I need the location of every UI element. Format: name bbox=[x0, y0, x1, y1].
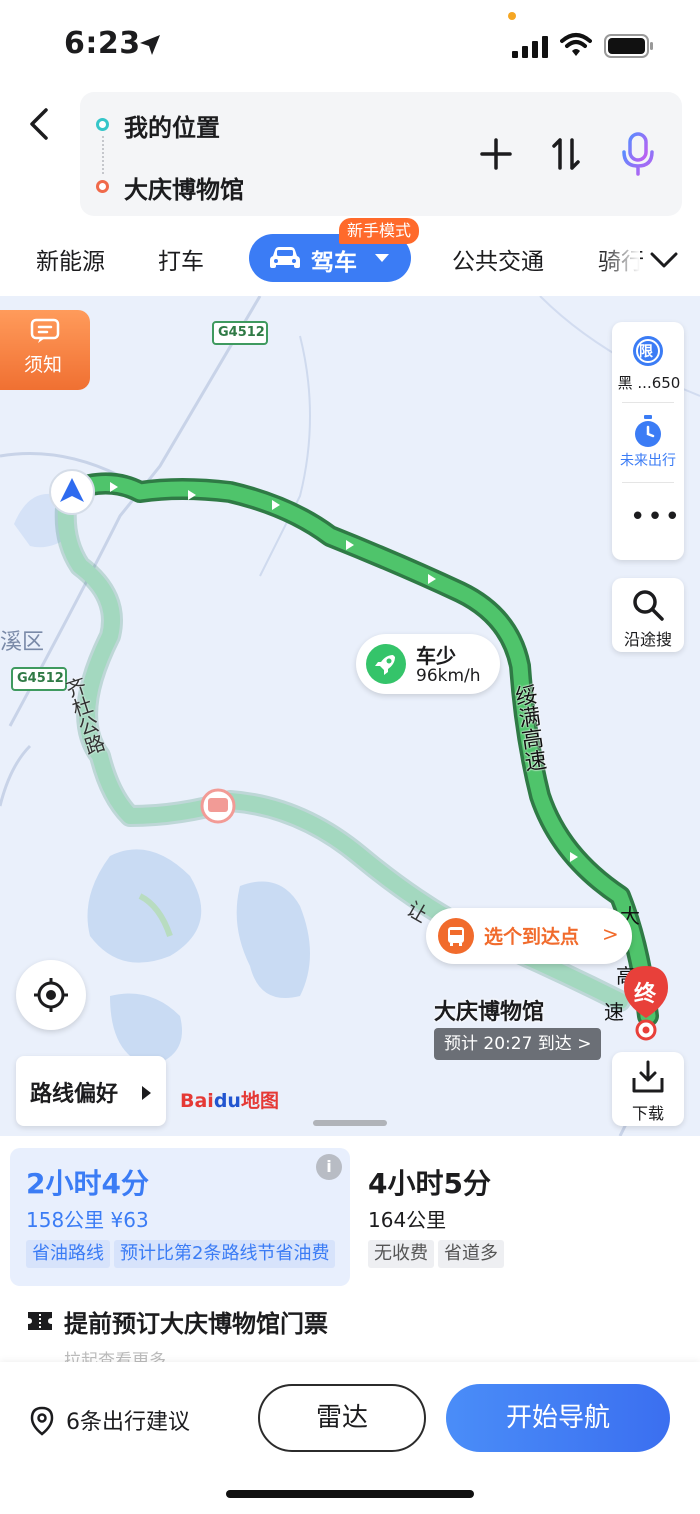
route-distance: 164公里 bbox=[368, 1208, 447, 1232]
route-preference-label: 路线偏好 bbox=[30, 1082, 119, 1107]
ticket-booking-label: 提前预订大庆博物馆门票 bbox=[64, 1310, 328, 1338]
route-option-card[interactable]: 4小时5分 164公里 无收费 省道多 bbox=[352, 1148, 692, 1286]
traffic-status: 车少 bbox=[416, 644, 456, 668]
route-input-box: 我的位置 大庆博物馆 bbox=[80, 92, 682, 216]
download-label: 下载 bbox=[631, 1104, 664, 1123]
novice-mode-badge[interactable]: 新手模式 bbox=[339, 218, 420, 244]
map-view[interactable]: G4512 G4512 昂溪区 齐杜公路 绥满高速 让 大 高 速 须知 限 黑… bbox=[0, 296, 700, 1136]
map-tools-panel: 限 黑 ...650 未来出行 ••• bbox=[612, 322, 684, 560]
map-canvas bbox=[0, 296, 700, 1136]
expand-hint: 拉起查看更多 bbox=[64, 1351, 166, 1362]
privacy-dot-icon bbox=[508, 12, 516, 20]
destination-map-label: 大庆博物馆 bbox=[434, 1000, 545, 1025]
add-waypoint-icon[interactable] bbox=[478, 136, 514, 172]
route-tag: 预计比第2条路线节省油费 bbox=[114, 1240, 336, 1268]
bus-stop-icon bbox=[438, 918, 474, 954]
pick-arrival-point-button[interactable]: 选个到达点 > bbox=[426, 908, 632, 964]
route-results-sheet: 2小时4分 158公里 ¥63 i 省油路线 预计比第2条路线节省油费 4小时5分… bbox=[0, 1136, 700, 1514]
info-icon[interactable]: i bbox=[316, 1154, 342, 1180]
back-button[interactable] bbox=[22, 104, 56, 144]
route-distance-cost: 158公里 ¥63 bbox=[26, 1208, 149, 1232]
route-tag: 省道多 bbox=[438, 1240, 504, 1268]
tabs-fade bbox=[600, 232, 640, 288]
logo-du: du bbox=[213, 1090, 241, 1112]
traffic-info-bubble: 车少 96km/h bbox=[356, 634, 500, 694]
battery-icon bbox=[604, 34, 653, 58]
baidu-map-logo: Baidu地图 bbox=[180, 1086, 279, 1113]
divider bbox=[622, 482, 674, 483]
sheet-drag-handle[interactable] bbox=[313, 1120, 387, 1126]
future-travel-label[interactable]: 未来出行 bbox=[614, 450, 682, 470]
download-icon bbox=[632, 1060, 664, 1093]
destination-dot-icon bbox=[96, 180, 109, 193]
logo-map: 地图 bbox=[240, 1090, 279, 1112]
search-along-route-button[interactable]: 沿途搜 bbox=[612, 578, 684, 652]
route-option-card[interactable]: 2小时4分 158公里 ¥63 i 省油路线 预计比第2条路线节省油费 bbox=[10, 1148, 350, 1286]
end-marker-text: 终 bbox=[634, 982, 657, 1007]
travel-suggestions-link[interactable]: 6条出行建议 bbox=[66, 1404, 190, 1436]
route-preference-button[interactable]: 路线偏好 bbox=[16, 1056, 166, 1126]
search-along-route-label: 沿途搜 bbox=[623, 630, 672, 649]
swap-icon[interactable] bbox=[548, 136, 584, 172]
origin-field[interactable]: 我的位置 bbox=[124, 108, 220, 143]
home-indicator[interactable] bbox=[226, 1490, 474, 1498]
cellular-signal-icon bbox=[512, 36, 548, 58]
tab-drive-label: 驾车 bbox=[311, 250, 357, 276]
highway-shield-label: G4512 bbox=[17, 671, 64, 686]
download-button[interactable]: 下载 bbox=[612, 1052, 684, 1126]
route-tags: 省油路线 预计比第2条路线节省油费 bbox=[26, 1240, 350, 1270]
tab-taxi[interactable]: 打车 bbox=[158, 242, 204, 276]
eta-label[interactable]: 预计 20:27 到达 > bbox=[434, 1028, 602, 1060]
start-navigation-button[interactable]: 开始导航 bbox=[446, 1384, 670, 1452]
divider bbox=[622, 402, 674, 403]
route-connector bbox=[102, 136, 104, 174]
expand-tabs-icon[interactable] bbox=[648, 248, 680, 272]
route-tags: 无收费 省道多 bbox=[368, 1240, 508, 1268]
notice-button[interactable]: 须知 bbox=[0, 310, 90, 390]
chevron-down-icon bbox=[375, 254, 389, 262]
voice-input-icon[interactable] bbox=[618, 132, 658, 176]
radar-button[interactable]: 雷达 bbox=[258, 1384, 426, 1452]
status-bar: 6:23 bbox=[0, 0, 700, 90]
rocket-icon bbox=[366, 644, 406, 684]
location-arrow-icon bbox=[140, 35, 160, 55]
traffic-speed: 96km/h bbox=[416, 666, 481, 686]
stopwatch-icon[interactable] bbox=[632, 414, 664, 448]
locate-me-button[interactable] bbox=[16, 960, 86, 1030]
more-options-icon[interactable]: ••• bbox=[630, 502, 680, 542]
triangle-right-icon bbox=[142, 1086, 151, 1100]
district-label: 昂溪区 bbox=[0, 630, 45, 655]
tab-public-transit[interactable]: 公共交通 bbox=[452, 242, 544, 276]
tab-new-energy[interactable]: 新能源 bbox=[36, 242, 105, 276]
traffic-limit-icon-text: 限 bbox=[639, 344, 653, 360]
notice-label: 须知 bbox=[24, 354, 63, 376]
highway-shield-label: G4512 bbox=[218, 325, 265, 340]
chevron-right-icon: > bbox=[602, 922, 619, 946]
logo-bai: Bai bbox=[180, 1090, 214, 1112]
route-tag: 省油路线 bbox=[26, 1240, 110, 1268]
route-tag: 无收费 bbox=[368, 1240, 434, 1268]
message-icon bbox=[30, 318, 60, 343]
location-pin-icon bbox=[30, 1406, 54, 1436]
crosshair-icon bbox=[34, 978, 68, 1012]
route-duration: 2小时4分 bbox=[26, 1167, 149, 1200]
route-duration: 4小时5分 bbox=[368, 1167, 491, 1200]
status-time: 6:23 bbox=[64, 26, 141, 61]
destination-field[interactable]: 大庆博物馆 bbox=[124, 170, 244, 205]
transport-mode-tabs: 新能源 打车 驾车 新手模式 公共交通 骑行 bbox=[0, 218, 700, 296]
plate-number-label[interactable]: 黑 ...650 bbox=[616, 372, 682, 393]
wifi-icon bbox=[560, 33, 592, 56]
origin-dot-icon bbox=[96, 118, 109, 131]
pick-arrival-label: 选个到达点 bbox=[484, 926, 580, 948]
bottom-action-bar: 6条出行建议 雷达 开始导航 bbox=[0, 1362, 700, 1514]
search-icon bbox=[633, 590, 664, 621]
ticket-icon bbox=[28, 1312, 52, 1330]
car-icon bbox=[270, 247, 300, 268]
